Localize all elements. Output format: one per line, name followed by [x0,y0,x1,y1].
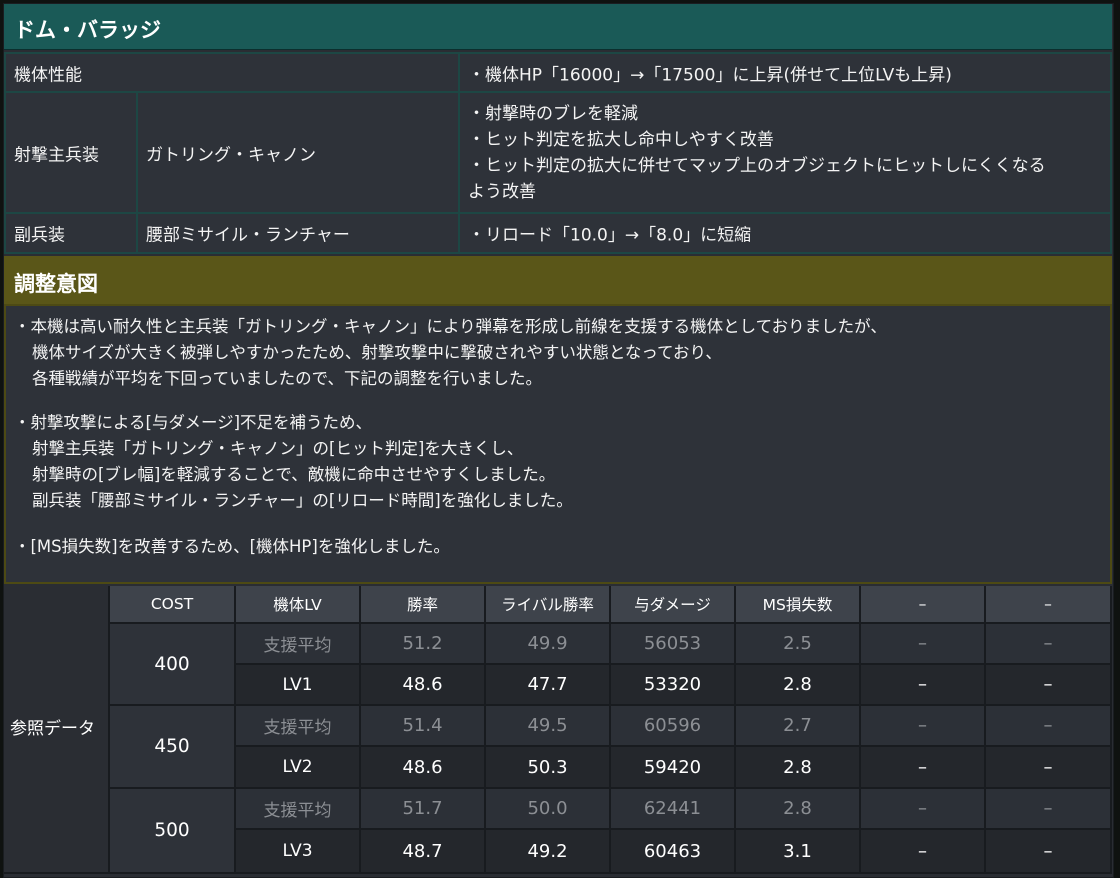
header-empty-1: – [861,586,986,624]
header-level: 機体LV [236,586,361,624]
category-cell: 射撃主兵装 [4,91,138,214]
row-label-average: 支援平均 [236,789,361,830]
ms-loss-value: 2.8 [736,789,861,830]
ms-loss-value: 2.7 [736,706,861,747]
detail-cell: ・機体HP「16000」→「17500」に上昇(併せて上位LVも上昇) [458,52,1112,93]
detail-cell: ・リロード「10.0」→「8.0」に短縮 [458,212,1112,254]
ms-loss-value: 2.8 [736,747,861,789]
rival-win-rate-value: 49.9 [486,624,611,665]
reference-label: 参照データ [10,718,95,739]
intent-paragraph: ・[MS損失数]を改善するため、[機体HP]を強化しました。 [14,534,450,560]
intent-line: ・[MS損失数]を改善するため、[機体HP]を強化しました。 [14,537,450,556]
weapon-cell: ガトリング・キャノン [136,91,460,214]
intent-line: 副兵装「腰部ミサイル・ランチャー」の[リロード時間]を強化しました。 [32,491,573,510]
reference-label-cell: 参照データ [4,586,110,874]
intent-paragraph: ・射撃攻撃による[与ダメージ]不足を補うため、 射撃主兵装「ガトリング・キャノン… [14,410,573,514]
change-detail-lines: ・射撃時のブレを軽減 ・ヒット判定を拡大し命中しやすく改善 ・ヒット判定の拡大に… [468,101,1046,205]
row-label-average: 支援平均 [236,706,361,747]
ms-loss-value: 3.1 [736,830,861,874]
empty-value: – [986,624,1112,665]
damage-value: 62441 [611,789,736,830]
header-empty-2: – [986,586,1112,624]
intent-body: ・本機は高い耐久性と主兵装「ガトリング・キャノン」により弾幕を形成し前線を支援す… [4,304,1112,584]
category-label: 副兵装 [14,225,65,246]
empty-value: – [986,789,1112,830]
empty-value: – [861,747,986,789]
detail-cell: ・射撃時のブレを軽減 ・ヒット判定を拡大し命中しやすく改善 ・ヒット判定の拡大に… [458,91,1112,214]
intent-heading-bar: 調整意図 [4,256,1112,304]
category-label: 機体性能 [14,65,82,85]
header-ms-loss: MS損失数 [736,586,861,624]
header-win-rate: 勝率 [361,586,486,624]
row-label-level: LV2 [236,747,361,789]
cost-cell: 450 [110,706,236,789]
change-detail: ・リロード「10.0」→「8.0」に短縮 [468,225,752,246]
change-detail-line: ・射撃時のブレを軽減 [468,103,638,124]
rival-win-rate-value: 49.2 [486,830,611,874]
row-label-average: 支援平均 [236,624,361,665]
unit-name: ドム・バラッジ [14,18,161,42]
empty-value: – [861,830,986,874]
win-rate-value: 48.6 [361,665,486,706]
change-detail-line: よう改善 [468,181,536,202]
change-detail-line: ・ヒット判定を拡大し命中しやすく改善 [468,129,774,150]
rival-win-rate-value: 50.0 [486,789,611,830]
ms-loss-value: 2.8 [736,665,861,706]
damage-value: 56053 [611,624,736,665]
change-detail-line: ・ヒット判定の拡大に併せてマップ上のオブジェクトにヒットしにくくなる [468,155,1046,176]
header-damage: 与ダメージ [611,586,736,624]
category-cell: 副兵装 [4,212,138,254]
intent-line: 各種戦績が平均を下回っていましたので、下記の調整を行いました。 [32,369,543,388]
category-cell: 機体性能 [4,52,460,93]
empty-value: – [861,624,986,665]
damage-value: 53320 [611,665,736,706]
empty-value: – [861,665,986,706]
weapon-name: 腰部ミサイル・ランチャー [146,225,350,246]
empty-value: – [986,665,1112,706]
reference-data-table: 参照データ COST 機体LV 勝率 ライバル勝率 与ダメージ MS損失数 – … [4,586,1112,874]
category-label: 射撃主兵装 [14,145,99,165]
row-label-level: LV3 [236,830,361,874]
empty-value: – [986,747,1112,789]
intent-line: ・本機は高い耐久性と主兵装「ガトリング・キャノン」により弾幕を形成し前線を支援す… [14,317,887,336]
intent-paragraph: ・本機は高い耐久性と主兵装「ガトリング・キャノン」により弾幕を形成し前線を支援す… [14,314,887,392]
cost-cell: 400 [110,624,236,706]
rival-win-rate-value: 50.3 [486,747,611,789]
cost-cell: 500 [110,789,236,874]
weapon-cell: 腰部ミサイル・ランチャー [136,212,460,254]
empty-value: – [861,789,986,830]
ms-loss-value: 2.5 [736,624,861,665]
empty-value: – [986,706,1112,747]
header-cost: COST [110,586,236,624]
damage-value: 60596 [611,706,736,747]
intent-line: ・射撃攻撃による[与ダメージ]不足を補うため、 [14,413,373,432]
change-row-hp: 機体性能 ・機体HP「16000」→「17500」に上昇(併せて上位LVも上昇) [4,52,1112,93]
win-rate-value: 48.7 [361,830,486,874]
change-detail: ・機体HP「16000」→「17500」に上昇(併せて上位LVも上昇) [468,65,952,85]
intent-line: 機体サイズが大きく被弾しやすかったため、射撃攻撃中に撃破されやすい状態となってお… [32,343,722,362]
intent-line: 射撃主兵装「ガトリング・キャノン」の[ヒット判定]を大きくし、 [32,439,524,458]
header-rival-win-rate: ライバル勝率 [486,586,611,624]
empty-value: – [861,706,986,747]
row-label-level: LV1 [236,665,361,706]
damage-value: 60463 [611,830,736,874]
win-rate-value: 51.7 [361,789,486,830]
unit-title-bar: ドム・バラッジ [4,4,1112,50]
change-row-main-weapon: 射撃主兵装 ガトリング・キャノン ・射撃時のブレを軽減 ・ヒット判定を拡大し命中… [4,91,1112,214]
intent-heading: 調整意図 [14,272,98,296]
rival-win-rate-value: 47.7 [486,665,611,706]
empty-value: – [986,830,1112,874]
win-rate-value: 48.6 [361,747,486,789]
rival-win-rate-value: 49.5 [486,706,611,747]
win-rate-value: 51.2 [361,624,486,665]
weapon-name: ガトリング・キャノン [146,145,316,165]
win-rate-value: 51.4 [361,706,486,747]
intent-line: 射撃時の[ブレ幅]を軽減することで、敵機に命中させやすくしました。 [32,465,556,484]
change-row-sub-weapon: 副兵装 腰部ミサイル・ランチャー ・リロード「10.0」→「8.0」に短縮 [4,212,1112,254]
damage-value: 59420 [611,747,736,789]
